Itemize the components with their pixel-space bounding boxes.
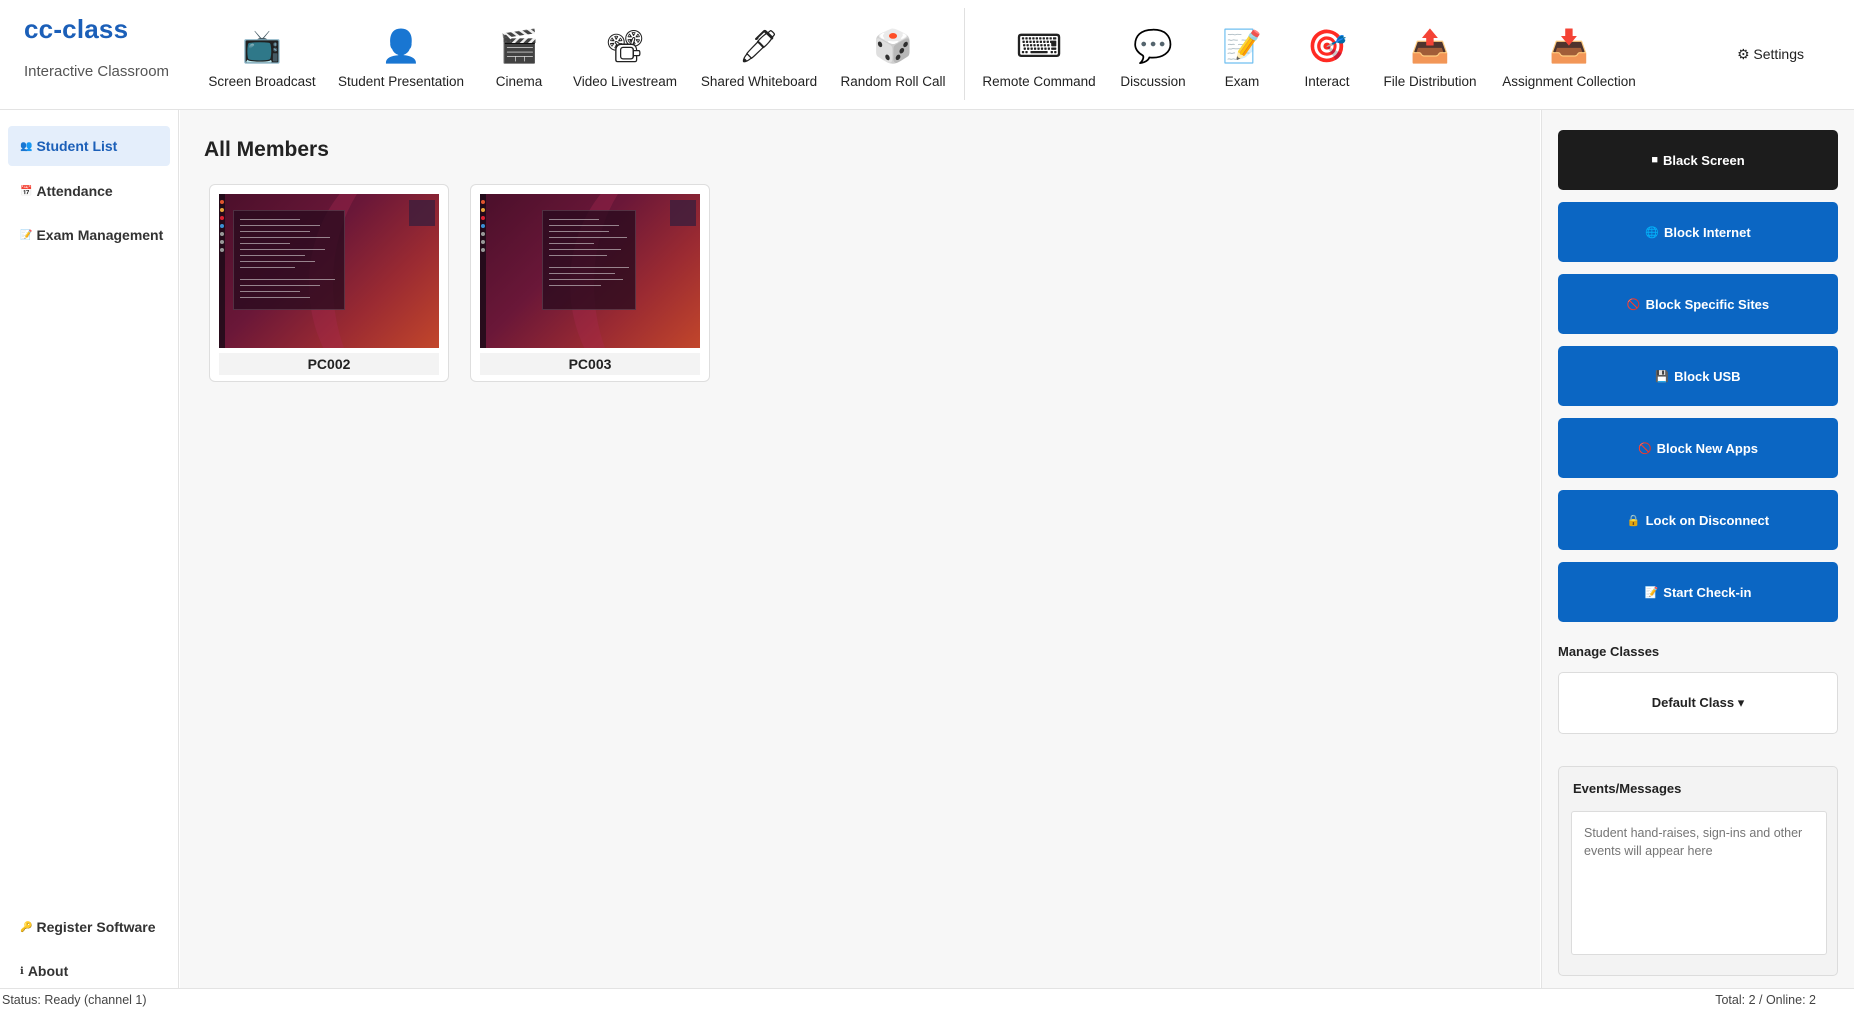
main-content: All Members PC002 PC003 (180, 110, 1540, 988)
manage-classes-label: Manage Classes (1558, 644, 1660, 659)
block-new-apps-button[interactable]: 🚫 Block New Apps (1558, 418, 1838, 478)
memo-icon: 📝 (1644, 586, 1659, 599)
tool-remote-command[interactable]: ⌨ Remote Command (982, 18, 1095, 89)
button-label: Block Internet (1664, 224, 1751, 240)
memo-icon: 📝 (1222, 28, 1262, 64)
sidebar-item-student-list[interactable]: 👥 Student List (8, 126, 170, 166)
info-icon: ℹ (20, 965, 24, 977)
tool-assignment-collection[interactable]: 📥 Assignment Collection (1502, 18, 1636, 89)
tool-file-distribution[interactable]: 📤 File Distribution (1383, 18, 1476, 89)
button-label: Block USB (1674, 368, 1741, 384)
tool-label: Student Presentation (337, 74, 465, 89)
tool-discussion[interactable]: 💬 Discussion (1120, 18, 1185, 89)
clapperboard-icon: 🎬 (499, 28, 539, 64)
globe-icon: 🌐 (1645, 226, 1659, 239)
tool-screen-broadcast[interactable]: 📺 Screen Broadcast (208, 18, 315, 89)
button-label: Block New Apps (1656, 440, 1759, 456)
events-panel: Events/Messages (1558, 766, 1838, 976)
events-title: Events/Messages (1573, 781, 1682, 796)
tool-interact[interactable]: 🎯 Interact (1304, 18, 1349, 89)
tool-label: Video Livestream (572, 74, 678, 89)
status-bar: Status: Ready (channel 1) Total: 2 / Onl… (0, 988, 1854, 1011)
calendar-icon: 📅 (20, 185, 33, 197)
settings-button[interactable]: ⚙ Settings (1737, 46, 1804, 63)
tool-label: Random Roll Call (840, 74, 946, 89)
member-name: PC002 (219, 353, 439, 375)
button-label: Start Check-in (1663, 584, 1752, 600)
tool-video-livestream[interactable]: 📽 Video Livestream (573, 18, 677, 89)
tool-label: File Distribution (1383, 74, 1477, 89)
tool-label: Exam (1224, 74, 1260, 89)
inbox-tray-icon: 📥 (1549, 28, 1589, 64)
page-title: All Members (204, 138, 329, 161)
sidebar-item-label: Register Software (36, 919, 156, 935)
toolbar-divider (964, 8, 965, 100)
button-label: Block Specific Sites (1645, 296, 1770, 312)
sidebar-item-attendance[interactable]: 📅 Attendance (8, 171, 170, 211)
sidebar-item-about[interactable]: ℹ About (8, 951, 170, 991)
tool-shared-whiteboard[interactable]: 🖊 Shared Whiteboard (701, 18, 817, 89)
tool-exam[interactable]: 📝 Exam (1222, 18, 1262, 89)
member-name: PC003 (480, 353, 700, 375)
block-specific-sites-button[interactable]: 🚫 Block Specific Sites (1558, 274, 1838, 334)
top-toolbar: cc-class Interactive Classroom 📺 Screen … (0, 0, 1854, 110)
film-projector-icon: 📽 (604, 28, 646, 64)
speech-bubble-icon: 💬 (1133, 28, 1173, 64)
tool-label: Assignment Collection (1502, 74, 1636, 89)
events-log[interactable] (1571, 811, 1827, 955)
app-title: cc-class (24, 14, 129, 44)
pen-icon: 🖊 (738, 28, 780, 64)
black-screen-button[interactable]: ■ Black Screen (1558, 130, 1838, 190)
prohibited-icon: 🚫 (1626, 298, 1641, 311)
sidebar-item-label: Student List (36, 138, 118, 154)
member-card-pc002[interactable]: PC002 (209, 184, 449, 382)
floppy-disk-icon: 💾 (1655, 370, 1670, 383)
tool-random-roll-call[interactable]: 🎲 Random Roll Call (840, 18, 945, 89)
sidebar-item-label: Exam Management (36, 227, 164, 243)
button-label: Black Screen (1662, 152, 1745, 168)
dice-icon: 🎲 (873, 28, 913, 64)
target-icon: 🎯 (1307, 28, 1347, 64)
sidebar: 👥 Student List 📅 Attendance 📝 Exam Manag… (0, 110, 179, 988)
block-internet-button[interactable]: 🌐 Block Internet (1558, 202, 1838, 262)
keyboard-icon: ⌨ (1015, 28, 1063, 64)
tool-label: Screen Broadcast (208, 74, 316, 89)
class-select[interactable]: Default Class ▾ (1558, 672, 1838, 734)
lock-icon: 🔒 (1626, 514, 1641, 527)
screen-thumbnail (480, 194, 700, 348)
sidebar-item-label: Attendance (36, 183, 113, 199)
start-check-in-button[interactable]: 📝 Start Check-in (1558, 562, 1838, 622)
tool-label: Discussion (1120, 74, 1186, 89)
tool-label: Interact (1304, 74, 1350, 89)
sidebar-item-register-software[interactable]: 🔑 Register Software (8, 907, 170, 947)
prohibited-icon: 🚫 (1637, 442, 1652, 455)
control-panel: ■ Black Screen 🌐 Block Internet 🚫 Block … (1541, 110, 1854, 988)
lock-on-disconnect-button[interactable]: 🔒 Lock on Disconnect (1558, 490, 1838, 550)
tool-cinema[interactable]: 🎬 Cinema (496, 18, 543, 89)
button-label: Lock on Disconnect (1645, 512, 1770, 528)
member-card-pc003[interactable]: PC003 (470, 184, 710, 382)
screen-thumbnail (219, 194, 439, 348)
sidebar-item-label: About (27, 963, 69, 979)
app-subtitle: Interactive Classroom (24, 63, 170, 80)
key-icon: 🔑 (20, 921, 33, 933)
sidebar-item-exam-management[interactable]: 📝 Exam Management (8, 215, 170, 255)
tool-student-presentation[interactable]: 👤 Student Presentation (338, 18, 464, 89)
tv-icon: 📺 (242, 28, 282, 64)
brand: cc-class Interactive Classroom (24, 14, 169, 80)
tool-label: Shared Whiteboard (700, 74, 818, 89)
tool-label: Remote Command (982, 74, 1096, 89)
block-usb-button[interactable]: 💾 Block USB (1558, 346, 1838, 406)
people-icon: 👥 (20, 140, 33, 152)
memo-icon: 📝 (20, 229, 33, 241)
status-text: Status: Ready (channel 1) (2, 993, 147, 1007)
outbox-tray-icon: 📤 (1410, 28, 1450, 64)
online-count: Total: 2 / Online: 2 (1715, 993, 1816, 1007)
user-icon: 👤 (381, 28, 421, 64)
tool-label: Cinema (495, 74, 543, 89)
black-square-icon: ■ (1651, 154, 1658, 166)
